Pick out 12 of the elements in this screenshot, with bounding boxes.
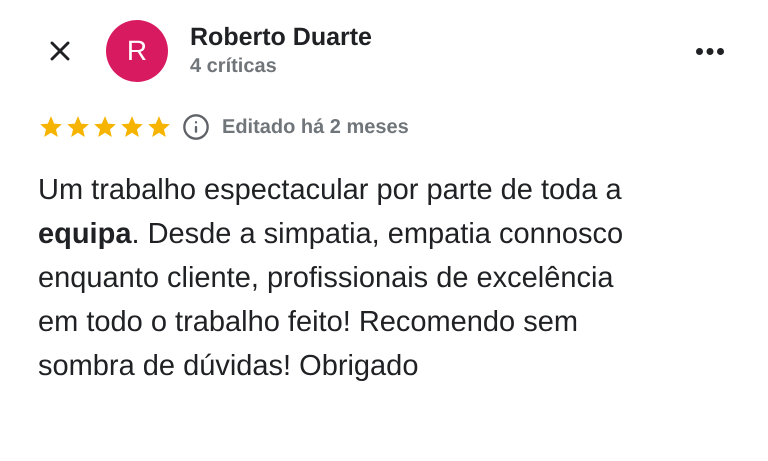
review-text: Um trabalho espectacular por parte de toda a equipa. Desde a simpatia, empatia connosco enquanto cliente, profissionais de excelência em todo o trabalho feito! Recomendo sem sombra de dúvidas! Obrigado bbox=[38, 173, 624, 384]
edited-time: Editado há 2 meses bbox=[222, 115, 409, 140]
star-icon bbox=[92, 114, 118, 140]
star-icon bbox=[146, 114, 172, 140]
star-icon bbox=[119, 114, 145, 140]
info-icon[interactable] bbox=[182, 113, 210, 141]
review-count: 4 críticas bbox=[190, 54, 278, 79]
reviewer-name: Roberto Duarte bbox=[190, 22, 372, 52]
star-icon bbox=[38, 114, 64, 140]
more-icon bbox=[696, 48, 724, 54]
star-icon bbox=[65, 114, 91, 140]
avatar: R bbox=[106, 20, 168, 82]
